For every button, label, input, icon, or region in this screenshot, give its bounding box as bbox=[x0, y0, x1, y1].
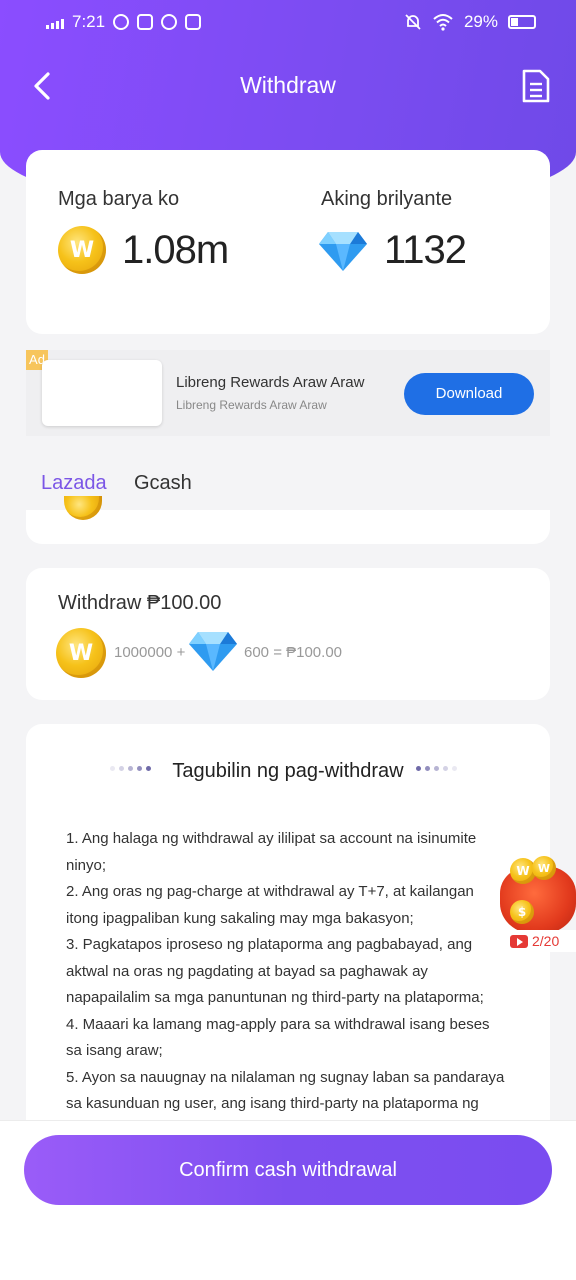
coins-value: 1.08m bbox=[122, 228, 229, 272]
mute-icon bbox=[405, 14, 421, 30]
reward-count: 2/20 bbox=[532, 933, 560, 949]
video-play-icon bbox=[510, 934, 528, 948]
page-title: Withdraw bbox=[240, 72, 336, 98]
instruction-item: 2. Ang oras ng pag-charge at withdrawal … bbox=[66, 883, 474, 927]
coin-icon bbox=[64, 496, 102, 520]
diamond-icon bbox=[319, 232, 367, 271]
instructions-title: Tagubilin ng pag-withdraw bbox=[172, 760, 404, 782]
instruction-item: 1. Ang halaga ng withdrawal ay ililipat … bbox=[66, 830, 477, 874]
signal-icon bbox=[46, 15, 64, 29]
instructions-card: Tagubilin ng pag-withdraw 1. Ang halaga … bbox=[26, 724, 550, 1144]
diamonds-cost: 600 = ₱100.00 bbox=[244, 644, 343, 661]
battery-icon bbox=[508, 15, 536, 29]
withdraw-option-card-partial[interactable] bbox=[26, 496, 550, 544]
ad-subtitle: Libreng Rewards Araw Araw bbox=[176, 398, 327, 412]
ad-thumbnail[interactable] bbox=[42, 360, 162, 426]
diamond-icon bbox=[189, 632, 237, 671]
coin-icon: $ bbox=[510, 900, 534, 924]
instructions-list: 1. Ang halaga ng withdrawal ay ililipat … bbox=[66, 826, 506, 1144]
balance-card: Mga barya ko W 1.08m Aking brilyante 113… bbox=[26, 150, 550, 334]
tab-gcash[interactable]: Gcash bbox=[134, 472, 192, 495]
record-document-icon[interactable] bbox=[520, 68, 552, 104]
ad-banner[interactable]: Ad Libreng Rewards Araw Araw Libreng Rew… bbox=[26, 350, 550, 436]
chat-icon bbox=[161, 14, 178, 30]
footer: Confirm cash withdrawal bbox=[0, 1120, 576, 1280]
app-icon bbox=[137, 14, 154, 30]
withdraw-option-card[interactable]: Withdraw ₱100.00 W 1000000 + 600 = ₱100.… bbox=[26, 568, 550, 700]
ad-download-button[interactable]: Download bbox=[404, 373, 534, 415]
coin-icon: W bbox=[56, 628, 106, 678]
battery-percent: 29% bbox=[463, 12, 498, 31]
snapchat-icon bbox=[113, 14, 130, 30]
floating-reward-widget[interactable]: W W $ 2/20 bbox=[494, 856, 576, 952]
ad-title: Libreng Rewards Araw Araw bbox=[176, 374, 365, 391]
diamonds-value: 1132 bbox=[384, 228, 467, 272]
wifi-icon bbox=[433, 14, 453, 31]
instruction-item: 4. Maaari ka lamang mag-apply para sa wi… bbox=[66, 1015, 490, 1060]
coin-icon: W bbox=[58, 226, 106, 274]
mail-icon bbox=[185, 14, 202, 30]
coins-label: Mga barya ko bbox=[58, 188, 180, 210]
tab-lazada[interactable]: Lazada bbox=[41, 472, 107, 495]
coin-icon: W bbox=[532, 856, 556, 880]
decorative-dots-right bbox=[416, 766, 457, 771]
status-right: 29% bbox=[404, 12, 536, 32]
status-bar: 7:21 29% bbox=[0, 0, 576, 46]
status-left: 7:21 bbox=[46, 12, 202, 32]
diamonds-label: Aking brilyante bbox=[321, 188, 453, 210]
top-bar: Withdraw bbox=[0, 56, 576, 116]
coins-cost: 1000000 + bbox=[114, 644, 186, 661]
clock: 7:21 bbox=[72, 12, 106, 31]
withdraw-amount-title: Withdraw ₱100.00 bbox=[58, 592, 222, 614]
confirm-withdrawal-button[interactable]: Confirm cash withdrawal bbox=[24, 1135, 552, 1205]
reward-video-counter[interactable]: 2/20 bbox=[494, 930, 576, 952]
instruction-item: 3. Pagkatapos iproseso ng plataporma ang… bbox=[66, 936, 484, 1006]
